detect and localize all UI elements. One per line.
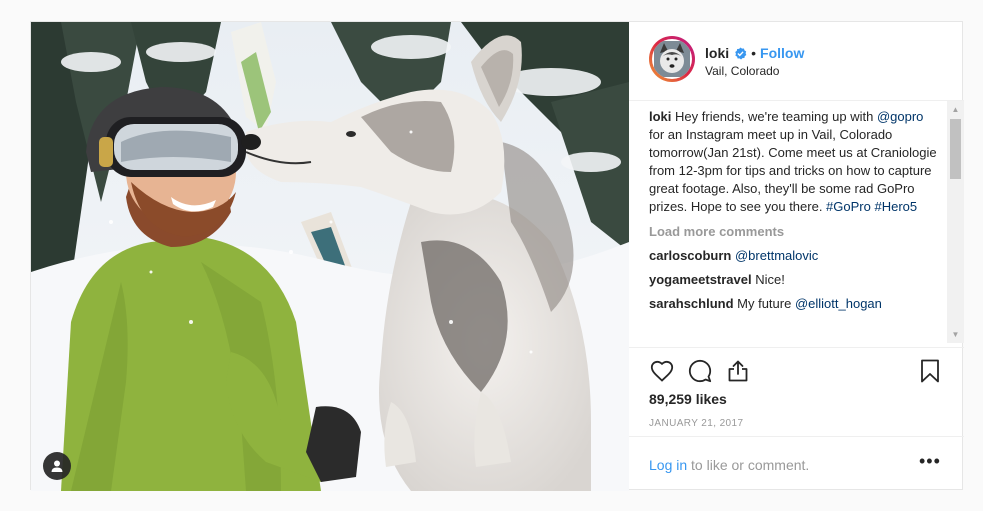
comment-text: My future: [733, 296, 795, 311]
action-icons: [649, 358, 751, 384]
caption-username[interactable]: loki: [649, 109, 671, 124]
load-more-comments-button[interactable]: Load more comments: [649, 223, 939, 241]
post-date: JANUARY 21, 2017: [649, 418, 744, 429]
location-link[interactable]: Vail, Colorado: [705, 64, 779, 78]
comment-text: Nice!: [751, 272, 785, 287]
avatar-image: [652, 39, 692, 79]
caption-mention[interactable]: @gopro: [877, 109, 923, 124]
username-link[interactable]: loki: [705, 45, 729, 61]
comment-item: sarahschlund My future @elliott_hogan: [649, 295, 939, 313]
more-options-icon[interactable]: •••: [919, 451, 941, 472]
comment-item: yogameetstravel Nice!: [649, 271, 939, 289]
caption-text-1: Hey friends, we're teaming up with: [671, 109, 877, 124]
user-tag-icon: [51, 460, 63, 472]
hashtag-hero5[interactable]: #Hero5: [874, 199, 917, 214]
post-header: loki • Follow Vail, Colorado: [629, 22, 964, 101]
share-icon: [728, 360, 748, 382]
comment-username[interactable]: carloscoburn: [649, 248, 731, 263]
share-button[interactable]: [725, 358, 751, 384]
login-prompt: Log in to like or comment. •••: [629, 436, 964, 493]
comments-list: loki Hey friends, we're teaming up with …: [649, 108, 939, 348]
heart-icon: [650, 360, 674, 382]
post-sidebar: loki • Follow Vail, Colorado loki Hey fr…: [629, 22, 964, 491]
comment-username[interactable]: yogameetstravel: [649, 272, 752, 287]
save-button[interactable]: [917, 358, 943, 384]
comment-item: carloscoburn @brettmalovic: [649, 247, 939, 265]
comment-mention[interactable]: @brettmalovic: [735, 248, 818, 263]
husky-avatar-illustration: [654, 41, 690, 77]
username-row: loki • Follow: [705, 45, 804, 61]
comment-username[interactable]: sarahschlund: [649, 296, 734, 311]
comment-button[interactable]: [687, 358, 713, 384]
comment-mention[interactable]: @elliott_hogan: [795, 296, 882, 311]
caption: loki Hey friends, we're teaming up with …: [649, 108, 939, 216]
login-suffix: to like or comment.: [687, 457, 810, 473]
tagged-users-button[interactable]: [43, 452, 71, 480]
scroll-down-arrow-icon[interactable]: ▼: [947, 326, 964, 343]
separator-dot: •: [751, 45, 757, 61]
like-button[interactable]: [649, 358, 675, 384]
login-text: Log in to like or comment.: [649, 457, 809, 473]
scrollbar-thumb[interactable]: [950, 119, 961, 179]
verified-badge-icon: [735, 46, 747, 60]
hashtag-gopro[interactable]: #GoPro: [826, 199, 871, 214]
bookmark-icon: [921, 359, 939, 383]
scroll-up-arrow-icon[interactable]: ▲: [947, 101, 964, 118]
comment-bubble-icon: [688, 359, 712, 383]
likes-count[interactable]: 89,259 likes: [649, 391, 727, 407]
post-actions: 89,259 likes JANUARY 21, 2017 Log in to …: [629, 347, 964, 492]
login-link[interactable]: Log in: [649, 457, 687, 473]
post-card: loki • Follow Vail, Colorado loki Hey fr…: [30, 21, 964, 491]
post-photo[interactable]: [31, 22, 629, 491]
comments-scrollbar[interactable]: ▲ ▼: [947, 101, 964, 343]
follow-button[interactable]: Follow: [760, 45, 804, 61]
avatar[interactable]: [649, 36, 695, 82]
photo-illustration: [31, 22, 629, 491]
